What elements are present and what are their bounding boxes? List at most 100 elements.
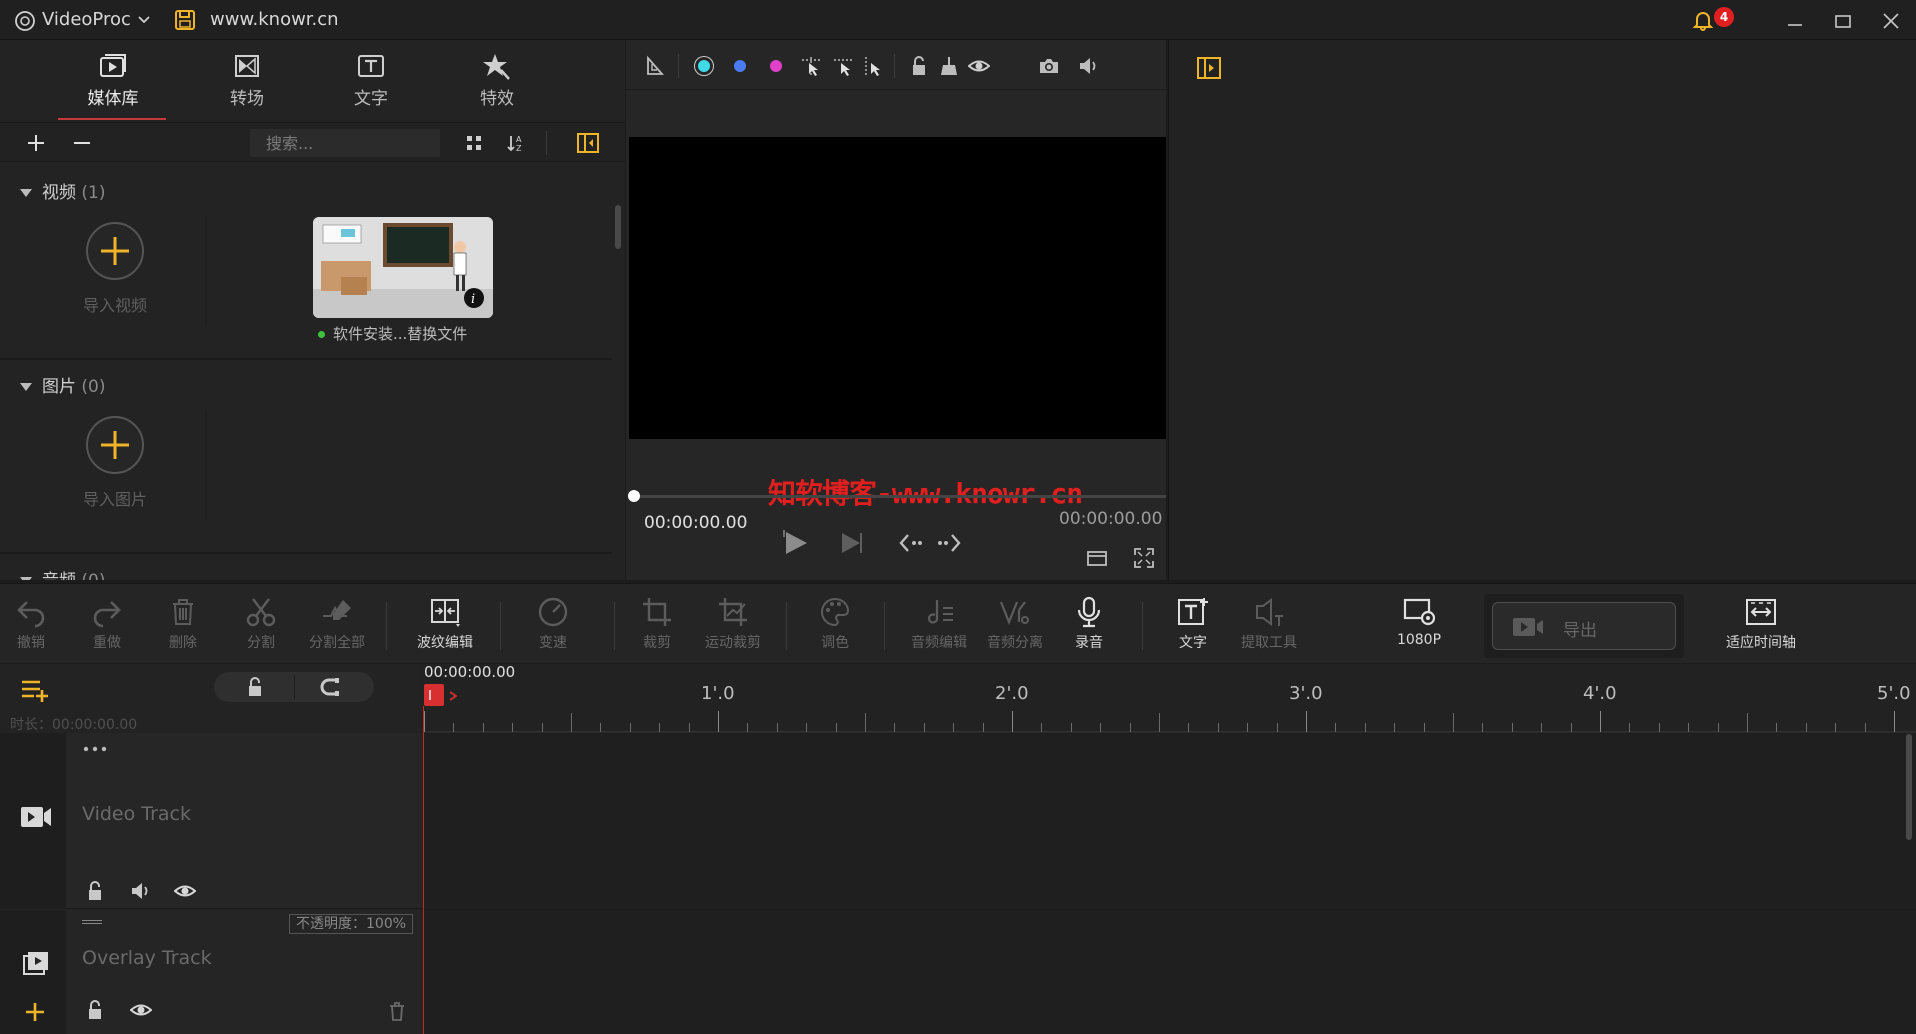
collapse-panel-icon[interactable] (576, 131, 600, 155)
select-horizontal-icon[interactable] (832, 55, 854, 77)
video-section-header[interactable]: 视频 (1) (20, 178, 106, 203)
crop-icon (643, 598, 671, 626)
section-title: 音频 (42, 571, 76, 580)
unlock-all-icon[interactable] (244, 676, 266, 698)
timeline-scrollbar[interactable] (1906, 734, 1912, 840)
expand-panel-icon[interactable] (1196, 56, 1222, 80)
save-project-icon[interactable] (174, 9, 196, 31)
color-grade-button[interactable]: 调色 (800, 596, 870, 652)
snap-magnet-icon[interactable] (320, 676, 342, 698)
grid-view-icon[interactable] (464, 133, 484, 153)
import-video-label: 导入视频 (82, 296, 147, 315)
tab-transition[interactable]: 转场 (192, 52, 302, 112)
notification-bell-icon[interactable] (1692, 9, 1714, 31)
playhead-handle[interactable] (424, 684, 444, 706)
export-video-icon (1513, 618, 1543, 636)
record-voice-button[interactable]: 录音 (1054, 596, 1124, 652)
preview-panel: 知软博客-www.knowr.cn 00:00:00.00 00:00:00.0… (626, 40, 1166, 580)
flip-icon[interactable] (644, 55, 666, 77)
blue-color-icon[interactable] (734, 60, 746, 72)
eye-icon[interactable] (968, 55, 990, 77)
add-icon[interactable] (26, 133, 46, 153)
select-vertical-icon[interactable] (862, 55, 884, 77)
audio-separate-icon (999, 601, 1029, 625)
app-name-menu[interactable]: VideoProc (42, 9, 131, 30)
play-icon[interactable] (780, 528, 810, 558)
playhead-arrow-icon (449, 691, 458, 701)
pip-window-icon[interactable] (1086, 547, 1108, 569)
next-frame-icon[interactable] (838, 530, 864, 556)
video-track-lane[interactable] (424, 733, 1916, 909)
extract-tool-button[interactable]: 提取工具 (1234, 596, 1304, 652)
media-scrollbar[interactable] (615, 205, 621, 249)
track-volume-icon[interactable] (130, 880, 152, 902)
add-text-icon (1178, 598, 1208, 625)
button-label: 波纹编辑 (417, 635, 473, 651)
volume-icon[interactable] (1078, 55, 1100, 77)
lock-icon[interactable] (908, 55, 930, 77)
track-lock-icon[interactable] (84, 880, 106, 902)
add-text-button[interactable]: 文字 (1158, 596, 1228, 652)
import-video-button[interactable]: 导入视频 (20, 222, 210, 342)
audio-section-header[interactable]: 音频 (0) (20, 566, 106, 580)
image-section-header[interactable]: 图片 (0) (20, 372, 106, 397)
video-preview-screen[interactable] (629, 137, 1166, 439)
button-label: 分割 (247, 635, 275, 651)
preview-scrubber[interactable] (632, 495, 1166, 498)
media-library-icon (100, 54, 126, 77)
split-all-button[interactable]: 分割全部 (302, 596, 372, 652)
import-image-button[interactable]: 导入图片 (20, 416, 210, 536)
audio-separate-button[interactable]: 音频分离 (980, 596, 1050, 652)
drag-handle-icon[interactable] (82, 920, 102, 924)
ruler-label-3: 3'.0 (1289, 683, 1323, 704)
output-resolution-button[interactable]: 1080P (1384, 596, 1454, 648)
track-lock-icon[interactable] (84, 999, 106, 1021)
delete-track-icon[interactable] (386, 1000, 408, 1022)
delete-button[interactable]: 删除 (148, 596, 218, 652)
close-icon[interactable] (1880, 10, 1902, 32)
maximize-icon[interactable] (1832, 10, 1854, 32)
motion-crop-button[interactable]: 运动裁剪 (698, 596, 768, 652)
search-field[interactable] (250, 129, 440, 157)
add-track-icon[interactable] (20, 677, 50, 703)
clean-brush-icon[interactable] (938, 55, 960, 77)
fit-timeline-button[interactable]: 适应时间轴 (1718, 596, 1804, 652)
chevron-down-icon[interactable] (138, 16, 150, 24)
snapshot-camera-icon[interactable] (1038, 55, 1060, 77)
audio-edit-button[interactable]: 音频编辑 (904, 596, 974, 652)
timeline-ruler[interactable]: 1'.0 2'.0 3'.0 4'.0 5'.0 (424, 683, 1916, 733)
tab-effects[interactable]: 特效 (442, 52, 552, 112)
mark-out-icon[interactable] (936, 532, 962, 554)
toolbar-divider (678, 54, 679, 78)
export-button[interactable]: 导出 (1492, 602, 1676, 650)
tab-media-library[interactable]: 媒体库 (58, 52, 168, 112)
video-thumbnail[interactable]: i (313, 217, 493, 318)
crop-button[interactable]: 裁剪 (622, 596, 692, 652)
split-button[interactable]: 分割 (226, 596, 296, 652)
track-visibility-icon[interactable] (174, 880, 196, 902)
minimize-icon[interactable] (1784, 10, 1806, 32)
select-cursor-icon[interactable] (800, 55, 822, 77)
undo-button[interactable]: 撤销 (0, 596, 66, 652)
search-input[interactable] (250, 129, 440, 157)
overlay-track-lane[interactable] (424, 910, 1916, 1034)
svg-text:i: i (471, 292, 475, 307)
sort-icon[interactable]: A Z (506, 133, 526, 153)
magenta-color-icon[interactable] (770, 60, 782, 72)
speed-button[interactable]: 变速 (518, 596, 588, 652)
add-overlay-track-icon[interactable] (24, 1001, 46, 1023)
remove-icon[interactable] (72, 133, 92, 153)
button-label: 1080P (1396, 632, 1442, 648)
ruler-label-1: 1'.0 (701, 683, 735, 704)
tab-text[interactable]: 文字 (316, 52, 426, 112)
toolbar-divider (614, 602, 615, 650)
redo-button[interactable]: 重做 (72, 596, 142, 652)
track-visibility-icon[interactable] (130, 999, 152, 1021)
scrubber-handle[interactable] (628, 490, 640, 502)
cyan-color-icon[interactable] (698, 60, 710, 72)
add-video-icon (86, 222, 144, 280)
mark-in-icon[interactable] (898, 532, 924, 554)
ripple-edit-button[interactable]: 波纹编辑 (410, 596, 480, 652)
fullscreen-icon[interactable] (1133, 547, 1155, 569)
more-options-icon[interactable] (82, 745, 108, 753)
